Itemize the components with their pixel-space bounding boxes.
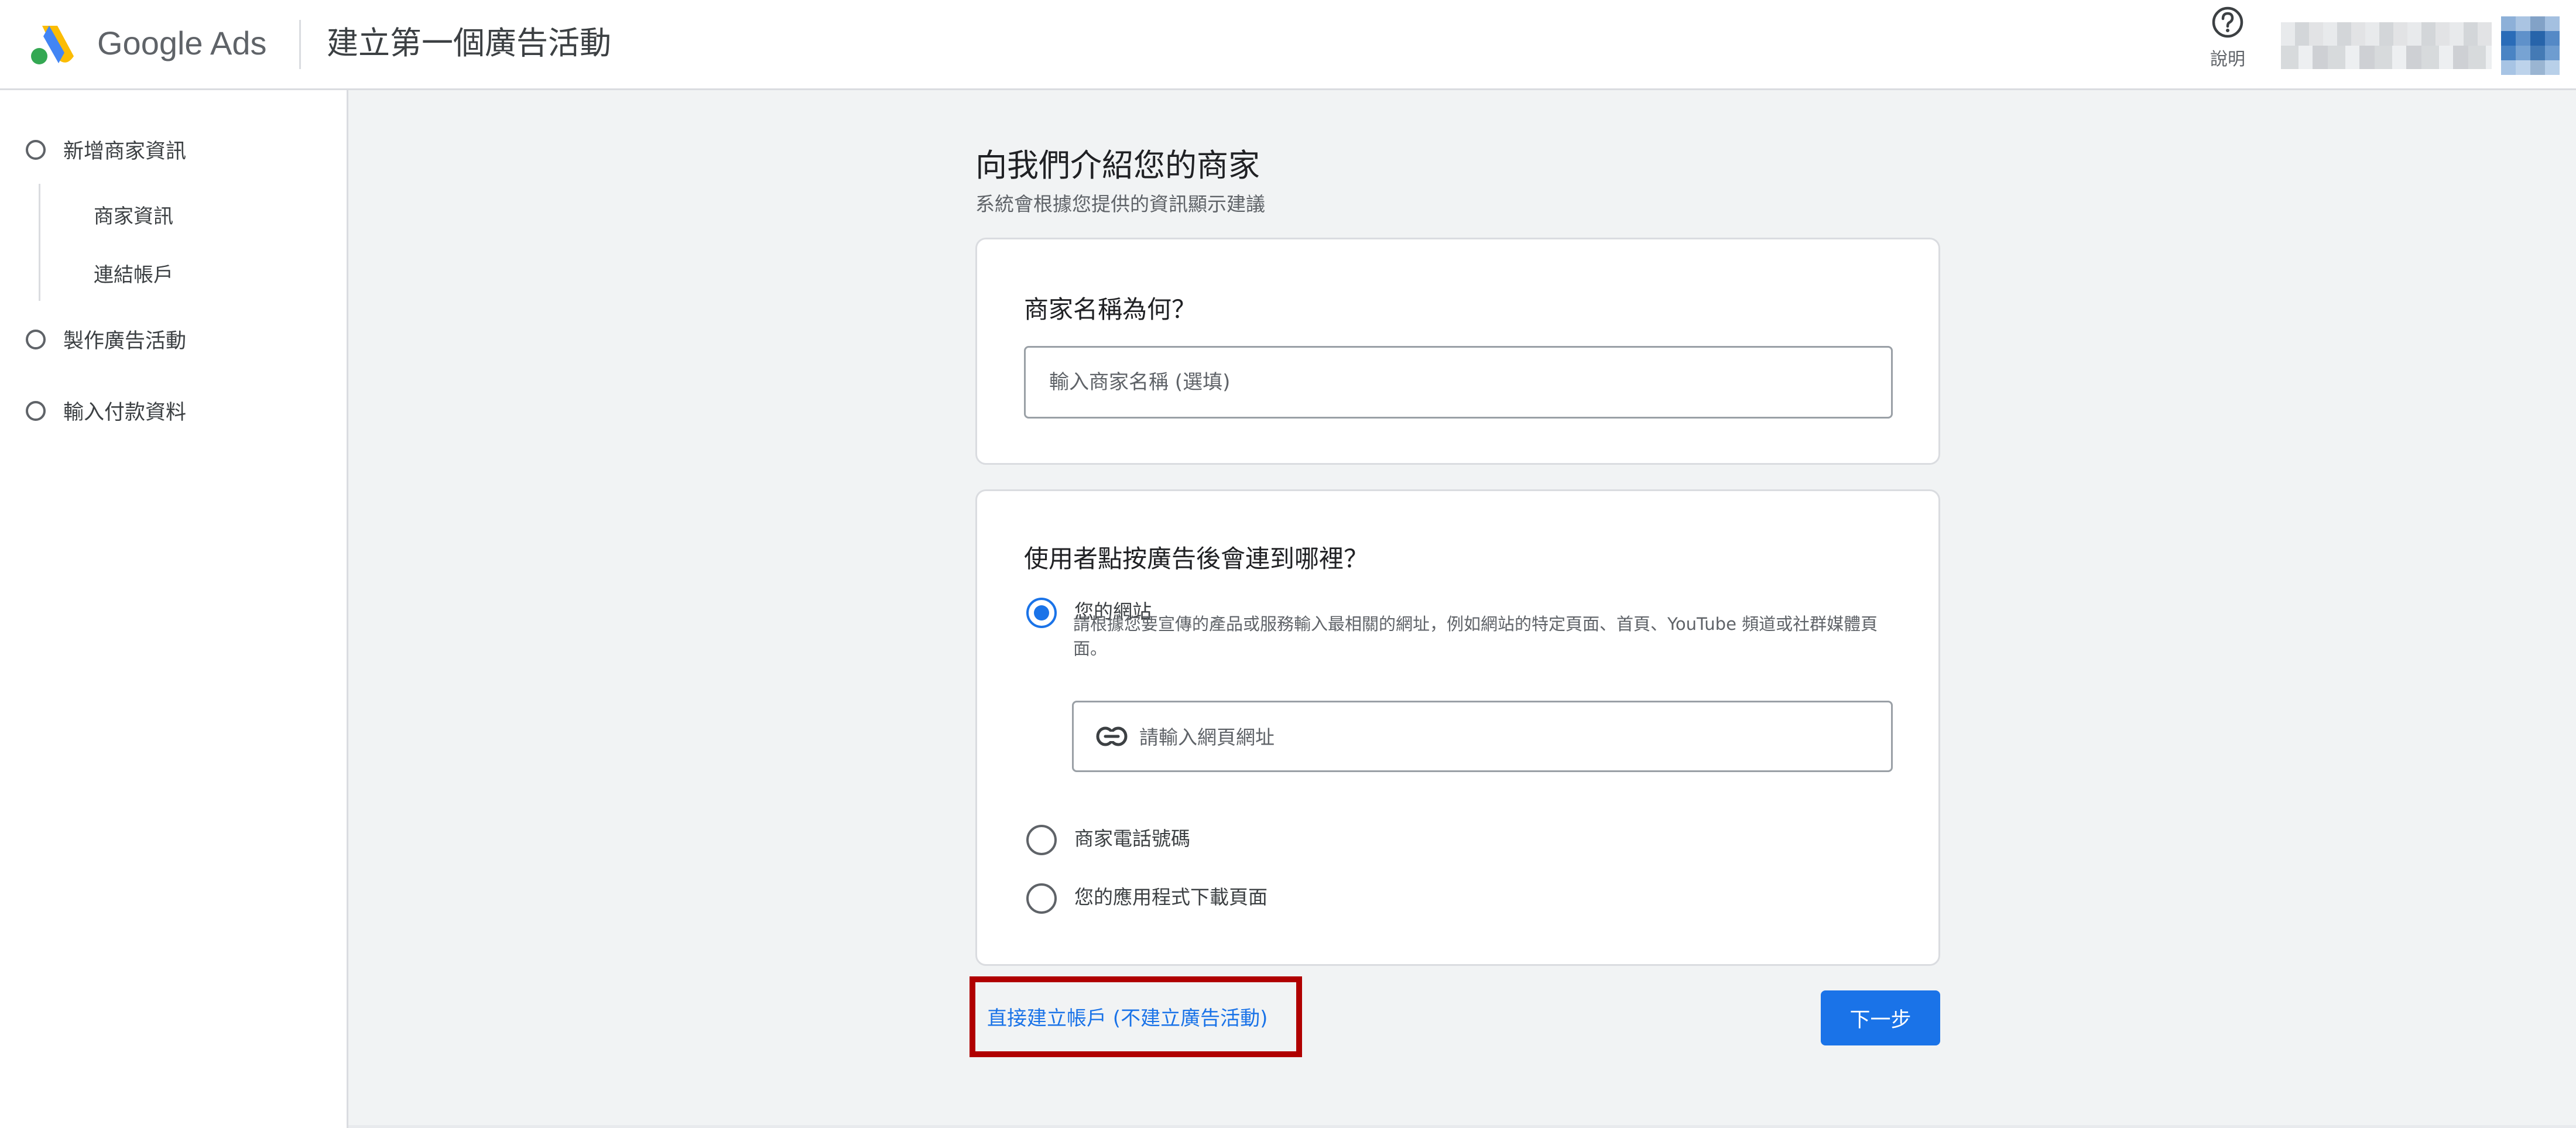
account-name-redacted[interactable] bbox=[2281, 22, 2492, 69]
url-field[interactable] bbox=[1072, 701, 1893, 772]
link-icon bbox=[1096, 726, 1128, 746]
step-create-campaign[interactable]: 製作廣告活動 bbox=[26, 324, 186, 354]
step-billing[interactable]: 輸入付款資料 bbox=[26, 396, 186, 426]
option-phone[interactable]: 商家電話號碼 bbox=[1026, 825, 1190, 855]
website-option-description: 請根據您要宣傳的產品或服務輸入最相關的網址，例如網站的特定頁面、首頁、YouTu… bbox=[1073, 614, 1878, 659]
next-button[interactable]: 下一步 bbox=[1821, 990, 1940, 1045]
bottom-divider bbox=[348, 1125, 2576, 1128]
step-label: 製作廣告活動 bbox=[63, 330, 187, 353]
page-subtitle: 系統會根據您提供的資訊顯示建議 bbox=[975, 193, 1265, 215]
page-header-title: 建立第一個廣告活動 bbox=[327, 25, 611, 61]
radio-selected-icon[interactable] bbox=[1026, 598, 1057, 628]
top-app-bar: Google Ads 建立第一個廣告活動 說明 bbox=[0, 0, 2576, 90]
step-status-circle-icon bbox=[26, 329, 46, 349]
step-label: 新增商家資訊 bbox=[63, 140, 187, 163]
option-label: 您的應用程式下載頁面 bbox=[1074, 886, 1268, 908]
option-app-download[interactable]: 您的應用程式下載頁面 bbox=[1026, 883, 1268, 914]
business-name-question: 商家名稱為何？ bbox=[1024, 295, 1197, 324]
step-business-info[interactable]: 新增商家資訊 bbox=[26, 135, 186, 164]
step-label: 輸入付款資料 bbox=[63, 401, 187, 424]
business-name-input[interactable] bbox=[1024, 346, 1893, 419]
substep-connector bbox=[39, 184, 40, 301]
skip-campaign-link[interactable]: 直接建立帳戶 (不建立廣告活動) bbox=[987, 1002, 1268, 1031]
setup-steps-sidebar: 新增商家資訊 商家資訊 連結帳戶 製作廣告活動 輸入付款資料 bbox=[0, 90, 348, 1128]
page-title: 向我們介紹您的商家 bbox=[975, 147, 1260, 184]
substep-business-info[interactable]: 商家資訊 bbox=[94, 200, 173, 229]
option-label: 商家電話號碼 bbox=[1074, 827, 1190, 850]
header-divider bbox=[299, 20, 301, 69]
destination-card: 使用者點按廣告後會連到哪裡？ 您的網站 請根據您要宣傳的產品或服務輸入最相關的網… bbox=[975, 489, 1940, 966]
brand-name: Google Ads bbox=[97, 25, 267, 61]
step-status-circle-icon bbox=[26, 400, 46, 421]
radio-unselected-icon[interactable] bbox=[1026, 825, 1057, 855]
step-status-circle-icon bbox=[26, 139, 46, 160]
help-label: 說明 bbox=[2210, 49, 2245, 70]
url-input[interactable] bbox=[1138, 702, 1872, 772]
business-name-card: 商家名稱為何？ bbox=[975, 238, 1940, 465]
destination-question: 使用者點按廣告後會連到哪裡？ bbox=[1024, 544, 1369, 573]
help-button[interactable]: 說明 bbox=[2201, 5, 2254, 70]
help-circle-icon bbox=[2212, 6, 2243, 38]
google-ads-logo-icon[interactable] bbox=[29, 21, 80, 66]
substep-link-accounts[interactable]: 連結帳戶 bbox=[94, 259, 173, 287]
radio-unselected-icon[interactable] bbox=[1026, 883, 1057, 914]
avatar[interactable] bbox=[2501, 16, 2560, 75]
